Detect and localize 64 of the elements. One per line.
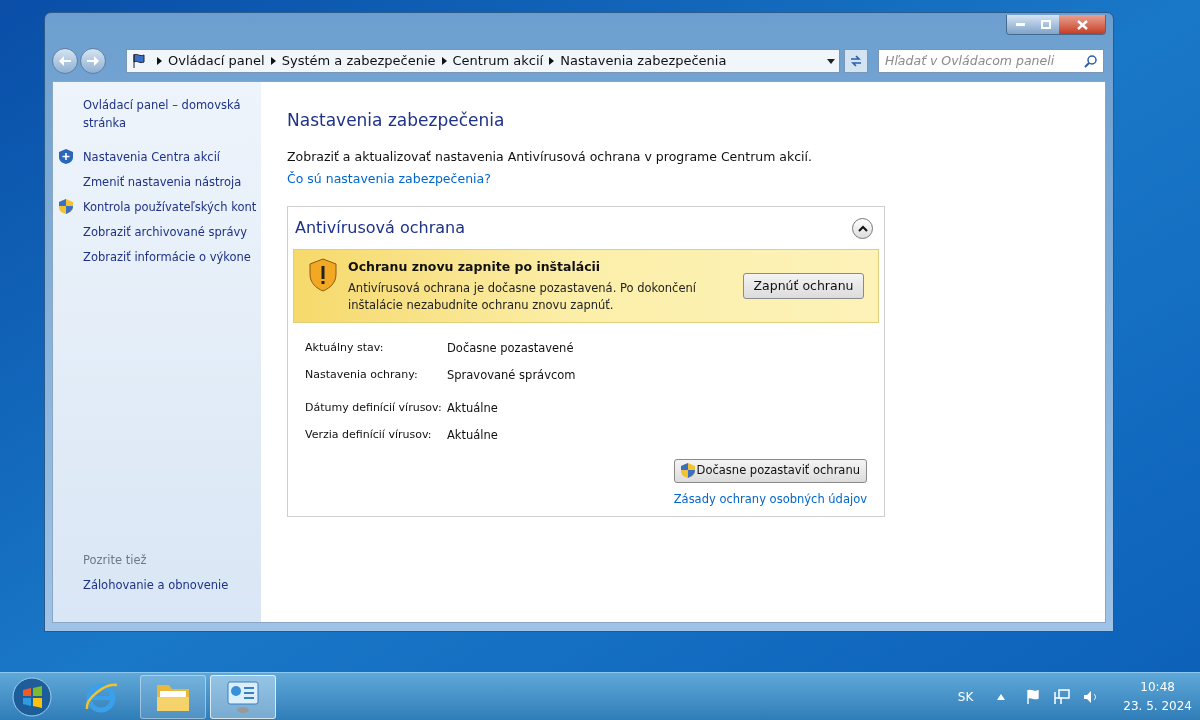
- sidebar-link[interactable]: Kontrola používateľských kont: [83, 198, 257, 216]
- chevron-icon[interactable]: [270, 57, 276, 65]
- warning-shield-icon: [308, 258, 338, 292]
- field-value: Dočasne pozastavené: [447, 339, 574, 357]
- field-value: Spravované správcom: [447, 366, 576, 384]
- maximize-icon: [1041, 20, 1051, 29]
- search-icon: [1084, 54, 1097, 68]
- breadcrumb-item[interactable]: Ovládací panel: [168, 51, 265, 71]
- sidebar-link[interactable]: Zmeniť nastavenia nástroja: [83, 173, 242, 191]
- control-panel-icon: [225, 679, 261, 714]
- minimize-icon: [1015, 23, 1025, 26]
- control-panel-button[interactable]: [210, 674, 276, 719]
- help-link[interactable]: Čo sú nastavenia zabezpečenia?: [287, 170, 491, 189]
- show-hidden-icons-icon[interactable]: [997, 693, 1006, 700]
- turn-on-button[interactable]: Zapnúť ochranu: [743, 272, 864, 299]
- page-title: Nastavenia zabezpečenia: [287, 109, 506, 132]
- search-field[interactable]: Hľadať v Ovládacom paneli: [878, 49, 1104, 73]
- clock[interactable]: 10:48 23. 5. 2024: [1123, 677, 1192, 716]
- sidebar-link[interactable]: Nastavenia Centra akcií: [83, 148, 221, 166]
- uac-shield-icon: [680, 463, 695, 479]
- back-button[interactable]: [52, 48, 78, 74]
- sidebar-link[interactable]: Zálohovanie a obnovenie: [83, 576, 229, 594]
- sidebar-link[interactable]: Zobraziť informácie o výkone: [83, 248, 251, 266]
- close-button[interactable]: [1059, 15, 1105, 34]
- field-label: Nastavenia ochrany:: [305, 367, 419, 383]
- section-heading: Pozrite tiež: [83, 551, 148, 569]
- file-explorer-button[interactable]: [140, 674, 206, 719]
- privacy-link[interactable]: Zásady ochrany osobných údajov: [673, 490, 867, 508]
- sidebar-link[interactable]: Ovládací panel – domovská stránka: [83, 96, 257, 132]
- breadcrumb-item[interactable]: Centrum akcií: [452, 51, 544, 71]
- dropdown-icon: [827, 58, 835, 64]
- field-label: Dátumy definícií vírusov:: [305, 400, 443, 416]
- forward-button[interactable]: [80, 48, 106, 74]
- breadcrumb-item[interactable]: Systém a zabezpečenie: [281, 51, 436, 71]
- chevron-icon[interactable]: [549, 57, 555, 65]
- address-bar[interactable]: Ovládací panel Systém a zabezpečenie Centrum akcií Nastavenia zabezpečenia: [126, 49, 840, 73]
- refresh-icon: [849, 54, 863, 68]
- shield-icon: [59, 149, 73, 164]
- uac-shield-icon: [59, 199, 73, 214]
- back-arrow-icon: [59, 56, 71, 66]
- breadcrumb-item[interactable]: Nastavenia zabezpečenia: [560, 51, 727, 71]
- maximize-button[interactable]: [1033, 15, 1059, 34]
- panel-title: Antivírusová ochrana: [295, 217, 465, 239]
- pause-protection-button[interactable]: Dočasne pozastaviť ochranu: [673, 458, 867, 483]
- forward-arrow-icon: [87, 56, 99, 66]
- field-value: Aktuálne: [447, 399, 498, 417]
- close-icon: [1076, 19, 1088, 30]
- windows-logo-icon: [12, 676, 52, 717]
- network-icon[interactable]: [1053, 687, 1072, 706]
- sidebar-link[interactable]: Zobraziť archivované správy: [83, 223, 248, 241]
- minimize-button[interactable]: [1007, 15, 1033, 34]
- flag-icon: [131, 53, 147, 69]
- alert-text: Antivírusová ochrana je dočasne pozastavená. Po dokončení inštalácie nezabudnite ochranu znovu zapnúť.: [348, 279, 697, 314]
- field-value: Aktuálne: [447, 426, 498, 444]
- field-label: Verzia definícií vírusov:: [305, 427, 433, 443]
- chevron-icon[interactable]: [441, 57, 447, 65]
- field-label: Aktuálny stav:: [305, 340, 385, 356]
- alert-title: Ochranu znovu zapnite po inštalácii: [348, 258, 602, 276]
- flag-icon[interactable]: [1025, 688, 1042, 705]
- refresh-button[interactable]: [844, 49, 868, 73]
- collapse-button[interactable]: [852, 217, 873, 239]
- description-text: Zobraziť a aktualizovať nastavenia Antivírusová ochrana v programe Centrum akcií.: [287, 147, 814, 166]
- chevron-up-icon: [857, 224, 868, 232]
- chevron-icon[interactable]: [157, 57, 162, 65]
